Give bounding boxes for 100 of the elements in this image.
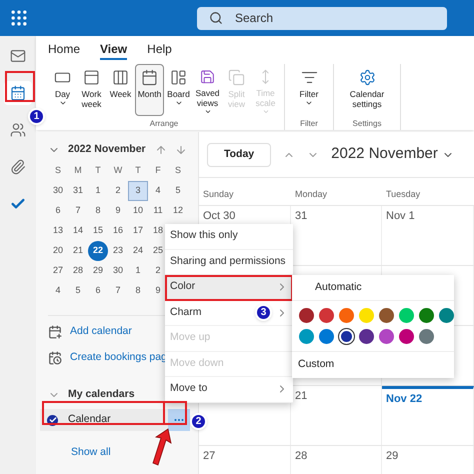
ribbon-button[interactable]: Month [135, 64, 164, 116]
ribbon-button[interactable]: Week [106, 64, 135, 116]
day-cell[interactable]: 29 [382, 446, 474, 474]
day-cell[interactable]: Nov 1 [382, 206, 474, 265]
caret-icon [174, 99, 182, 107]
date-cell[interactable]: 7 [108, 281, 128, 301]
ribbon-tab[interactable]: Help [147, 40, 172, 60]
today-button[interactable]: Today [207, 142, 272, 166]
ribbon-button[interactable]: Calendar settings [338, 64, 396, 116]
date-cell[interactable]: 20 [48, 241, 68, 261]
date-cell[interactable]: 8 [88, 201, 108, 221]
date-cell[interactable]: 9 [108, 201, 128, 221]
date-cell[interactable]: 18 [148, 221, 168, 241]
date-cell[interactable]: 23 [108, 241, 128, 261]
search-icon [209, 11, 223, 25]
app-launcher-icon[interactable] [9, 8, 29, 28]
date-cell[interactable]: 8 [128, 281, 148, 301]
date-cell[interactable]: 24 [128, 241, 148, 261]
weekday-label: F [154, 164, 162, 178]
ribbon-tab[interactable]: View [100, 40, 128, 60]
date-cell[interactable]: 4 [48, 281, 68, 301]
date-cell[interactable]: 10 [128, 201, 148, 221]
date-cell[interactable]: 30 [108, 261, 128, 281]
color-swatch[interactable] [358, 329, 374, 344]
date-cell[interactable]: 29 [88, 261, 108, 281]
mini-calendar-title: 2022 November [68, 142, 146, 158]
date-cell[interactable]: 14 [68, 221, 88, 241]
color-swatch[interactable] [298, 308, 314, 323]
highlight-frame [5, 71, 35, 102]
date-cell[interactable]: 17 [128, 221, 148, 241]
date-cell[interactable]: 2 [108, 181, 128, 201]
day-number: Oct 30 [203, 210, 236, 222]
ribbon-tab[interactable]: Home [48, 40, 80, 60]
ribbon-button[interactable]: Saved views [193, 64, 222, 116]
date-cell[interactable]: 5 [68, 281, 88, 301]
color-swatch[interactable] [378, 308, 394, 323]
date-cell[interactable]: 3 [128, 181, 148, 201]
month-view-icon [141, 69, 158, 86]
weekday-header: Sunday [202, 188, 235, 201]
date-cell[interactable]: 25 [148, 241, 168, 261]
month-title[interactable]: 2022 November [331, 143, 438, 166]
color-swatch[interactable] [318, 329, 334, 344]
ribbon-button[interactable]: Board [164, 64, 193, 116]
pointer-arrow [150, 427, 172, 467]
ribbon-button[interactable]: Day [48, 64, 77, 116]
date-cell[interactable]: 4 [148, 181, 168, 201]
arrow-up-icon[interactable] [155, 144, 167, 156]
color-swatch[interactable] [418, 308, 434, 323]
day-cell[interactable]: Nov 22 [382, 386, 474, 445]
menu-item[interactable]: Show this only [165, 224, 293, 250]
caret-icon [58, 99, 66, 107]
day-cell[interactable]: 28 [291, 446, 382, 474]
date-cell[interactable]: 1 [88, 181, 108, 201]
date-cell[interactable]: 11 [148, 201, 168, 221]
ribbon-button[interactable]: Work week [77, 64, 106, 116]
menu-item[interactable]: Automatic [292, 275, 454, 301]
date-cell[interactable]: 27 [48, 261, 68, 281]
date-cell[interactable]: 1 [128, 261, 148, 281]
date-cell[interactable]: 5 [168, 181, 188, 201]
menu-item[interactable]: Color [165, 275, 293, 300]
color-swatch[interactable] [298, 329, 314, 344]
paperclip-icon [10, 159, 26, 175]
color-swatch[interactable] [378, 329, 394, 344]
date-cell[interactable]: 21 [68, 241, 88, 261]
date-cell[interactable]: 7 [68, 201, 88, 221]
date-cell[interactable]: 6 [88, 281, 108, 301]
ribbon-button[interactable]: Filter [289, 64, 329, 116]
date-cell[interactable]: 22 [88, 241, 108, 261]
color-swatch[interactable] [338, 308, 354, 323]
date-cell[interactable]: 16 [108, 221, 128, 241]
color-swatch[interactable] [438, 308, 454, 323]
color-swatch[interactable] [318, 308, 334, 323]
color-swatch[interactable] [398, 329, 414, 344]
arrow-down-icon[interactable] [175, 144, 187, 156]
menu-item[interactable]: Custom [292, 352, 454, 378]
sidebar-link[interactable]: Add calendar [48, 324, 132, 340]
color-swatch[interactable] [338, 329, 354, 344]
color-swatch[interactable] [358, 308, 374, 323]
search-field[interactable]: Search [197, 6, 447, 30]
menu-item[interactable]: Move to [165, 377, 293, 402]
show-all-link[interactable]: Show all [71, 445, 195, 461]
settings-icon [358, 69, 376, 86]
date-cell[interactable]: 2 [148, 261, 168, 281]
date-cell[interactable]: 30 [48, 181, 68, 201]
date-cell[interactable]: 6 [48, 201, 68, 221]
date-cell[interactable]: 12 [168, 201, 188, 221]
color-swatch[interactable] [398, 308, 414, 323]
calendar-name: Calendar [68, 412, 111, 428]
date-cell[interactable]: 13 [48, 221, 68, 241]
caret-icon [204, 108, 212, 115]
group-label: Settings [352, 118, 382, 130]
weekday-label: T [94, 164, 102, 178]
date-cell[interactable]: 28 [68, 261, 88, 281]
day-cell[interactable]: 27 [199, 446, 291, 474]
date-cell[interactable]: 15 [88, 221, 108, 241]
date-cell[interactable]: 9 [148, 281, 168, 301]
date-cell[interactable]: 31 [68, 181, 88, 201]
weekday-header: Tuesday [385, 188, 422, 201]
color-swatch[interactable] [418, 329, 434, 344]
search-input[interactable]: Search [235, 9, 415, 27]
